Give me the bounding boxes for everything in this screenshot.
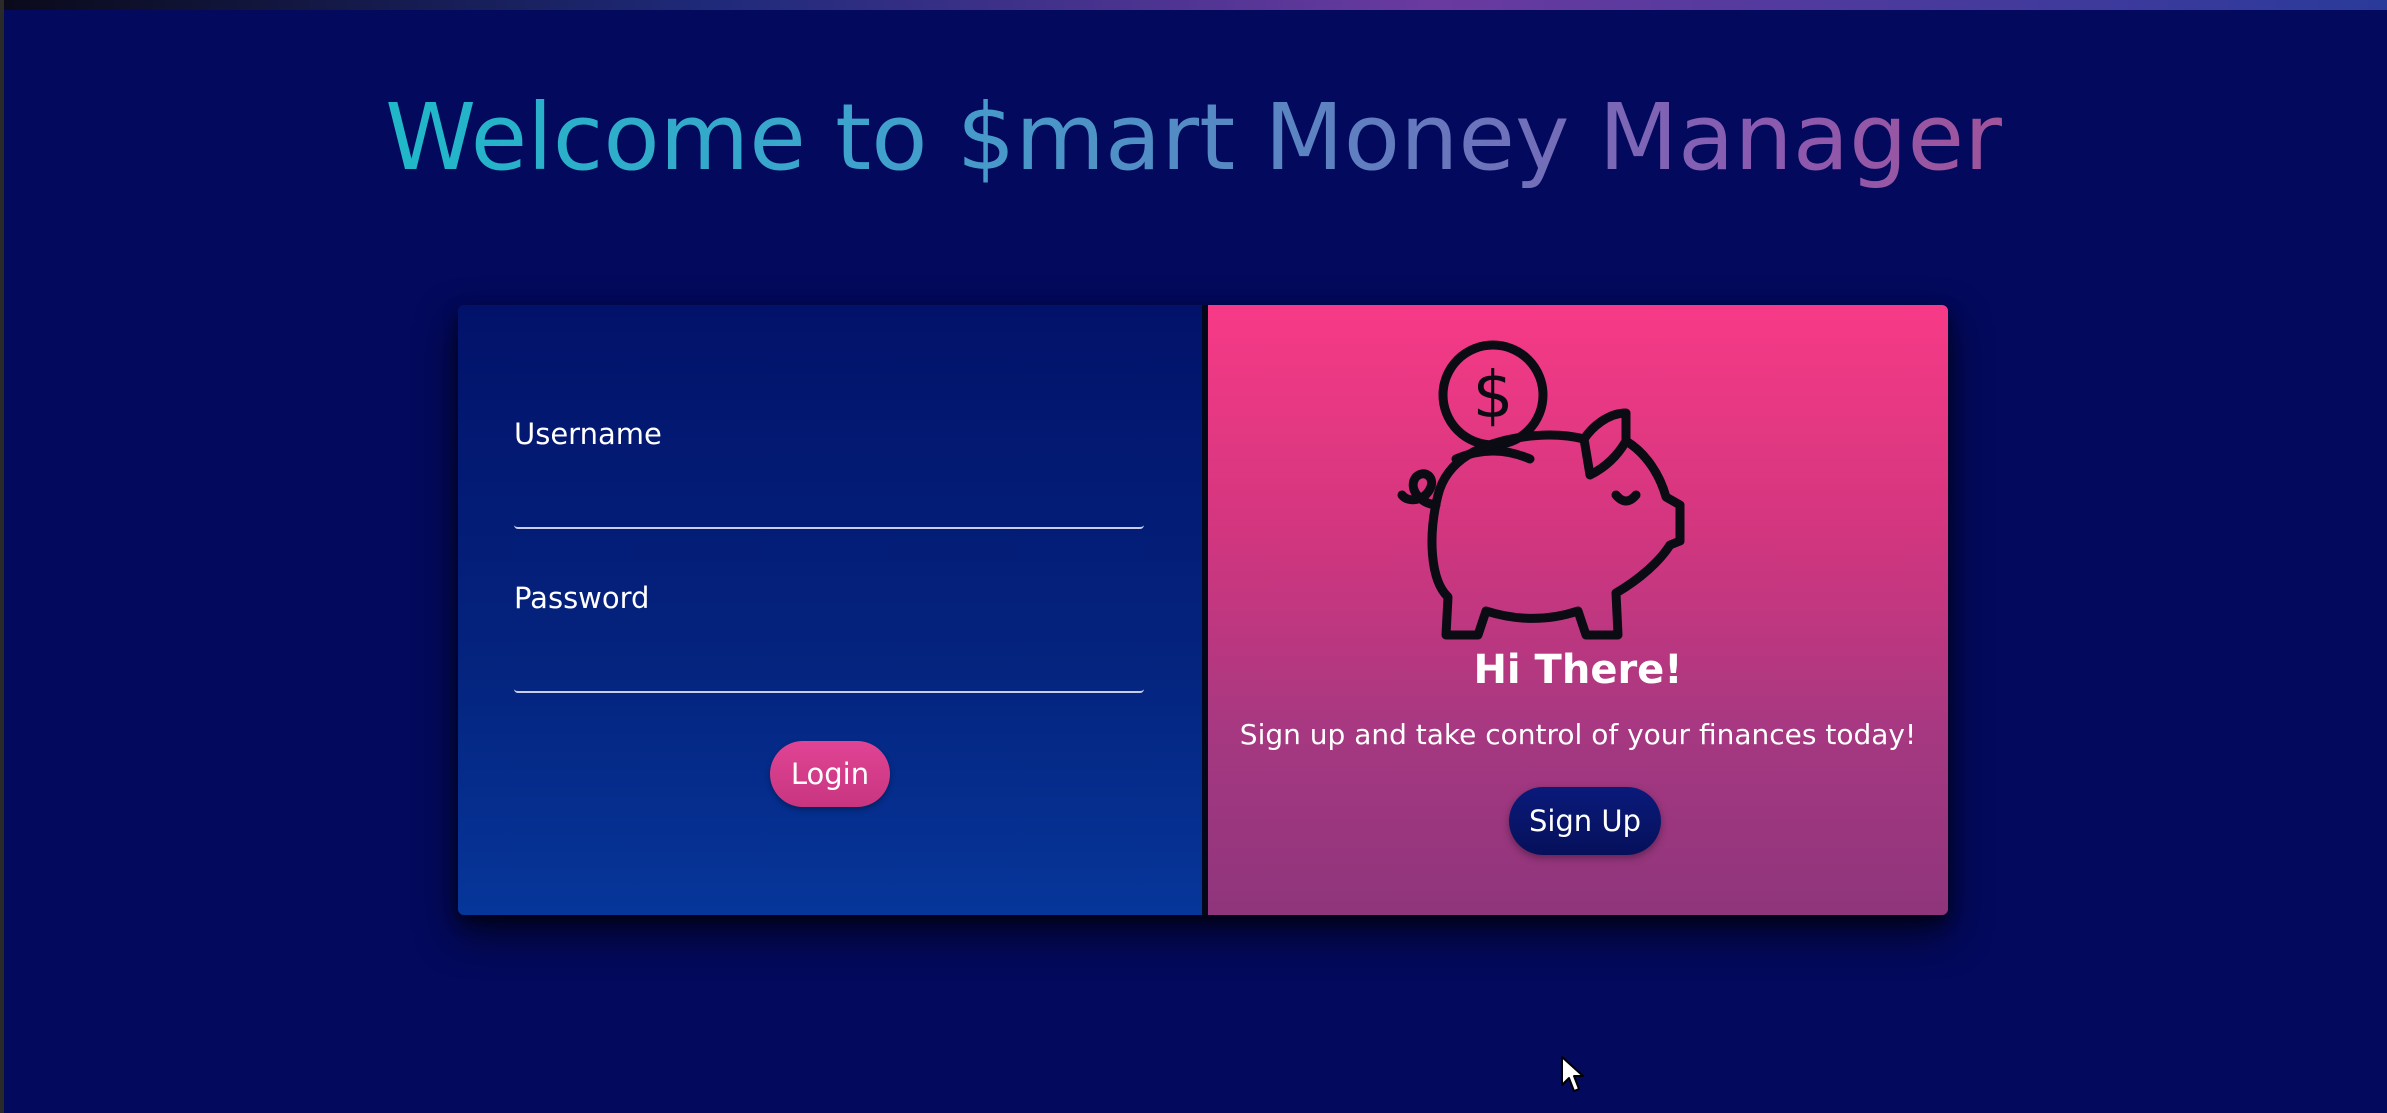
- page-title-text: Welcome to $mart Money Manager: [385, 84, 2002, 191]
- password-label: Password: [514, 581, 650, 615]
- signup-panel: $ Hi There! Sign up and take control of …: [1208, 305, 1948, 915]
- signup-button[interactable]: Sign Up: [1509, 787, 1661, 855]
- mouse-cursor-icon: [1561, 1056, 1584, 1092]
- window-top-edge: [0, 0, 2387, 10]
- username-input[interactable]: [514, 483, 1144, 529]
- login-panel: Username Password Login: [458, 305, 1202, 915]
- svg-text:$: $: [1473, 359, 1514, 433]
- page-title: Welcome to $mart Money Manager: [0, 78, 2387, 198]
- signup-tagline: Sign up and take control of your finance…: [1239, 718, 1917, 751]
- signup-heading: Hi There!: [1473, 647, 1683, 693]
- piggy-bank-icon: $: [1397, 340, 1685, 640]
- password-input[interactable]: [514, 647, 1144, 693]
- login-button[interactable]: Login: [770, 741, 890, 807]
- auth-card: Username Password Login $ Hi There! Sign…: [458, 305, 1948, 915]
- username-label: Username: [514, 417, 662, 451]
